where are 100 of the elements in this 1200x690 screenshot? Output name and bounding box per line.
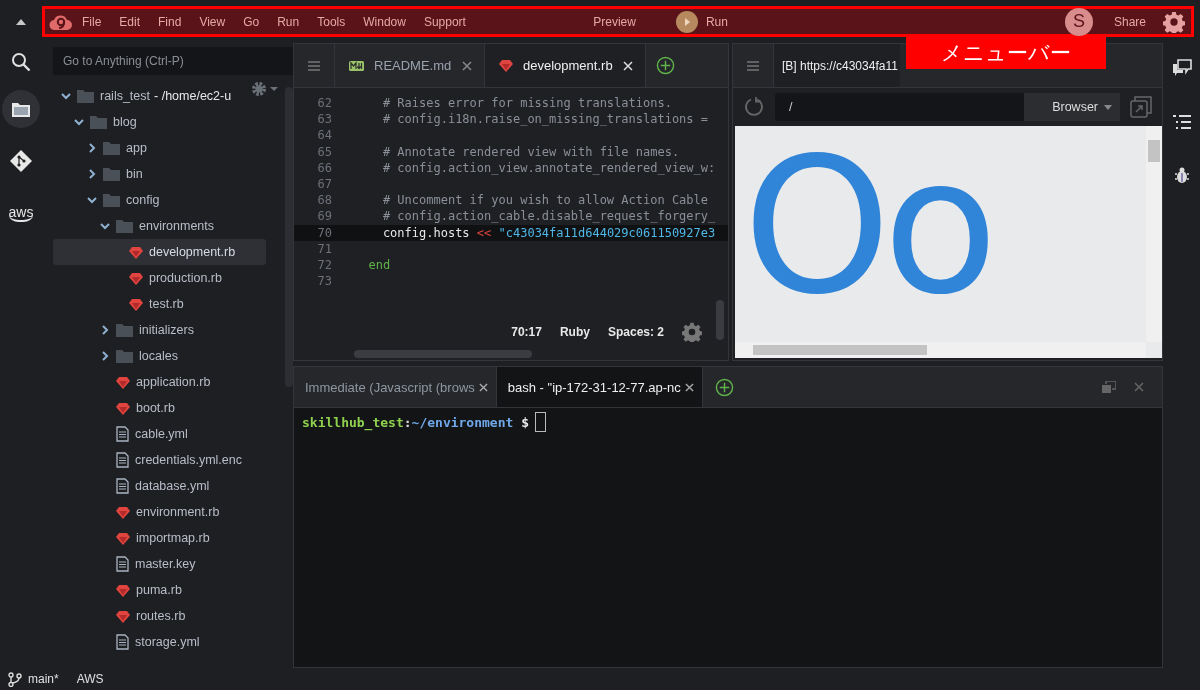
menu-item[interactable]: Support: [414, 14, 475, 29]
collapse-icon[interactable]: [15, 17, 27, 26]
tree-item[interactable]: database.yml: [53, 473, 266, 499]
close-icon[interactable]: [478, 382, 488, 392]
tree-item[interactable]: storage.yml: [53, 629, 266, 655]
document-icon: [116, 478, 129, 494]
code-line: # Raises error for missing translations.: [381, 96, 672, 111]
menu-item[interactable]: View: [190, 14, 235, 29]
menu-item[interactable]: Go: [234, 14, 269, 29]
scrollbar[interactable]: [735, 342, 1146, 358]
menu-item[interactable]: Find: [149, 14, 191, 29]
folder-icon: [116, 219, 133, 233]
ruby-icon: [116, 401, 130, 415]
tree-item-label: cable.yml: [135, 427, 188, 441]
folder-icon: [77, 89, 94, 103]
line-number: 64: [316, 128, 333, 143]
tree-item[interactable]: blog: [53, 109, 266, 135]
code-line: # config.action_view.annotate_rendered_view_w:: [381, 160, 716, 175]
search-icon[interactable]: [11, 52, 31, 72]
tree-item[interactable]: production.rb: [53, 265, 266, 291]
scrollbar[interactable]: [1146, 126, 1162, 342]
ruby-icon: [129, 297, 143, 311]
share-button[interactable]: Share: [1104, 14, 1155, 29]
menu-icon[interactable]: [747, 60, 759, 71]
tree-item-label: importmap.rb: [136, 531, 210, 545]
ruby-icon: [116, 609, 130, 623]
close-icon[interactable]: [684, 382, 694, 392]
ruby-icon: [116, 531, 130, 545]
go-to-anything-field[interactable]: Go to Anything (Ctrl-P): [53, 47, 293, 75]
tree-item[interactable]: environments: [53, 213, 266, 239]
terminal-tab[interactable]: Immediate (Javascript (brows: [294, 367, 497, 407]
preview-tab[interactable]: [B] https://c43034fa11: [773, 44, 900, 87]
restore-icon[interactable]: [1102, 381, 1116, 393]
tree-item[interactable]: config: [53, 187, 266, 213]
menu-icon[interactable]: [308, 60, 320, 71]
folder-icon: [103, 167, 120, 181]
line-number: 66: [316, 160, 333, 175]
indent-setting[interactable]: Spaces: 2: [607, 325, 664, 339]
aws-status[interactable]: AWS: [76, 672, 104, 686]
tree-item[interactable]: test.rb: [53, 291, 266, 317]
settings-icon[interactable]: [682, 322, 702, 342]
outline-icon[interactable]: [1172, 115, 1191, 129]
tree-item[interactable]: boot.rb: [53, 395, 266, 421]
bug-icon[interactable]: [1174, 167, 1189, 183]
tree-item[interactable]: routes.rb: [53, 603, 266, 629]
menu-item[interactable]: File: [73, 14, 111, 29]
menu-item[interactable]: Tools: [308, 14, 355, 29]
tree-item-label: boot.rb: [136, 401, 175, 415]
scrollbar[interactable]: [716, 300, 724, 340]
document-icon: [116, 426, 129, 442]
line-number: 63: [316, 112, 333, 127]
settings-icon[interactable]: [1163, 10, 1185, 33]
tree-item[interactable]: cable.yml: [53, 421, 266, 447]
tree-item[interactable]: master.key: [53, 551, 266, 577]
play-icon: [675, 10, 698, 33]
refresh-icon[interactable]: [743, 96, 765, 118]
add-tab-icon[interactable]: [655, 56, 675, 75]
files-tab[interactable]: [2, 90, 40, 128]
ruby-icon: [129, 245, 143, 259]
code-line: # config.action_cable.disable_request_forgery_: [381, 209, 716, 224]
git-branch[interactable]: main*: [28, 672, 59, 686]
tree-item[interactable]: locales: [53, 343, 266, 369]
line-number: 65: [316, 144, 333, 159]
tree-item-label: test.rb: [149, 297, 184, 311]
editor-tab[interactable]: development.rb: [484, 44, 645, 87]
add-tab-icon[interactable]: [714, 377, 734, 397]
run-button[interactable]: Run: [666, 10, 737, 33]
tree-item-label: blog: [113, 115, 137, 129]
scrollbar[interactable]: [354, 350, 532, 358]
tree-item[interactable]: application.rb: [53, 369, 266, 395]
pop-out-icon[interactable]: [1130, 96, 1152, 118]
user-avatar[interactable]: S: [1064, 7, 1093, 36]
terminal-tab[interactable]: bash - "ip-172-31-12-77.ap-nc: [496, 367, 703, 407]
chat-icon[interactable]: [1171, 59, 1192, 77]
tree-item[interactable]: bin: [53, 161, 266, 187]
tree-item[interactable]: initializers: [53, 317, 266, 343]
settings-dropdown-icon[interactable]: [251, 81, 281, 97]
tree-item[interactable]: rails_test - /home/ec2-u: [53, 83, 266, 109]
menu-item[interactable]: Edit: [110, 14, 150, 29]
aws-tab[interactable]: aws: [2, 194, 40, 232]
tree-item[interactable]: app: [53, 135, 266, 161]
preview-menu[interactable]: Preview: [584, 14, 645, 29]
tree-item[interactable]: importmap.rb: [53, 525, 266, 551]
scrollbar[interactable]: [285, 87, 293, 387]
menu-item[interactable]: Window: [354, 14, 415, 29]
tree-item[interactable]: credentials.yml.enc: [53, 447, 266, 473]
tree-item[interactable]: development.rb: [53, 239, 266, 265]
chevron-right-icon: [100, 325, 110, 335]
tree-item-label: rails_test: [100, 89, 151, 103]
language-mode[interactable]: Ruby: [559, 325, 590, 339]
chevron-down-icon: [74, 117, 84, 127]
markdown-icon: [349, 60, 364, 71]
menu-item[interactable]: Run: [268, 14, 309, 29]
tree-item[interactable]: environment.rb: [53, 499, 266, 525]
terminal-cursor: [535, 412, 546, 432]
address-field[interactable]: /: [775, 93, 1025, 121]
code-line: end: [367, 257, 391, 272]
tree-item-path: - /home/ec2-u: [154, 89, 232, 103]
browser-dropdown[interactable]: Browser: [1024, 93, 1120, 121]
tree-item[interactable]: puma.rb: [53, 577, 266, 603]
